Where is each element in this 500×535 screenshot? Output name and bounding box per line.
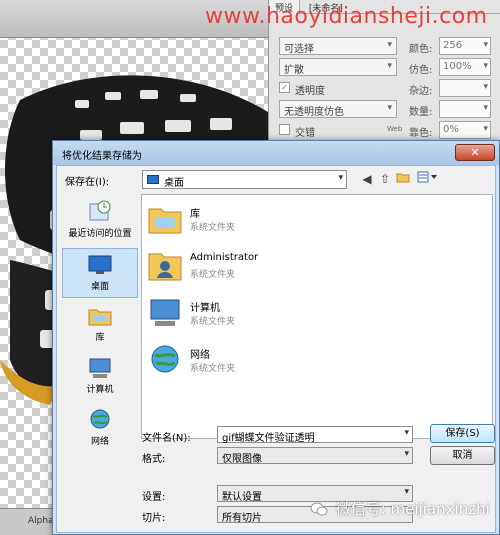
desktop-icon	[147, 175, 159, 184]
computer-icon	[89, 358, 111, 378]
format-label: 格式:	[142, 454, 166, 465]
close-button[interactable]: ✕	[455, 144, 495, 161]
dialog-title: 将优化结果存储为	[62, 151, 142, 162]
reduction-select[interactable]: 可选择	[279, 37, 397, 55]
wechat-watermark: 微信号: meijianxinzhi	[310, 498, 490, 519]
file-name: Administrator	[190, 252, 259, 263]
up-folder-icon[interactable]: ⇧	[377, 171, 393, 187]
user-folder-icon	[148, 253, 182, 281]
dither-select[interactable]: 扩散	[279, 58, 397, 76]
panel-row-transparency-dither: 无透明度仿色 数量:	[279, 100, 497, 120]
save-button[interactable]: 保存(S)	[430, 424, 495, 443]
file-name: 库	[190, 209, 200, 220]
format-value: 仅限图像	[222, 454, 262, 465]
save-in-value: 桌面	[164, 178, 184, 189]
file-type: 系统文件夹	[190, 223, 236, 233]
status-text: Alpha	[28, 516, 54, 526]
list-item[interactable]: 网络 系统文件夹	[147, 340, 367, 384]
amount-field[interactable]	[439, 100, 491, 118]
chevron-down-icon: ▾	[338, 173, 343, 183]
place-desktop[interactable]: 桌面	[62, 248, 138, 298]
filename-field[interactable]: gif蝴蝶文件验证透明 ▾	[217, 426, 413, 444]
library-icon	[88, 309, 112, 326]
save-in-select[interactable]: 桌面 ▾	[142, 170, 347, 189]
new-folder-icon[interactable]	[395, 171, 411, 187]
place-computer-label: 计算机	[86, 385, 114, 395]
filename-value: gif蝴蝶文件验证透明	[222, 433, 315, 444]
interlaced-checkbox[interactable]	[279, 124, 290, 135]
panel-row-transparency: ✓ 透明度 杂边:	[279, 79, 497, 99]
web-snap-amount-label: 靠色:	[409, 128, 433, 139]
colors-field[interactable]: 256	[439, 37, 491, 55]
settings-value: 默认设置	[222, 492, 262, 503]
chevron-down-icon: ▾	[404, 428, 409, 438]
file-type: 系统文件夹	[190, 364, 236, 374]
close-icon: ✕	[470, 146, 480, 159]
chevron-down-icon: ▾	[404, 487, 409, 497]
wechat-id: 微信号: meijianxinzhi	[335, 500, 490, 518]
list-item[interactable]: 库 系统文件夹	[147, 199, 367, 243]
site-watermark: www.haoyidiansheji.com	[205, 4, 488, 29]
panel-row-colors: 可选择 颜色: 256	[279, 37, 497, 57]
interlaced-label: 交错	[295, 128, 315, 139]
settings-label: 设置:	[142, 492, 166, 503]
place-desktop-label: 桌面	[90, 282, 109, 292]
filename-label: 文件名(N):	[142, 433, 191, 444]
save-optimized-dialog: 将优化结果存储为 ✕ 保存在(I): 桌面 ▾ ◀ ⇧ 最近访问的位置 桌面 库…	[52, 140, 500, 535]
amount-label: 数量:	[409, 107, 433, 118]
places-bar: 最近访问的位置 桌面 库 计算机 网络	[62, 196, 138, 447]
desktop-icon	[88, 255, 112, 274]
dither-label: 仿色:	[409, 65, 433, 76]
file-type: 系统文件夹	[190, 270, 236, 280]
panel-row-interlaced: 交错 Web 靠色: 0%	[279, 121, 497, 141]
save-in-label: 保存在(I):	[65, 177, 110, 188]
network-icon	[90, 409, 110, 429]
file-name: 计算机	[190, 303, 220, 314]
panel-row-dither: 扩散 仿色: 100%	[279, 58, 497, 78]
computer-icon	[150, 299, 180, 326]
dither-field[interactable]: 100%	[439, 58, 491, 76]
place-network[interactable]: 网络	[62, 404, 138, 454]
wechat-icon	[310, 502, 328, 516]
web-snap-label: Web	[387, 125, 403, 133]
place-libraries-label: 库	[95, 333, 105, 343]
list-item[interactable]: Administrator 系统文件夹	[147, 246, 367, 290]
back-icon[interactable]: ◀	[359, 171, 375, 187]
slices-value: 所有切片	[222, 513, 262, 524]
matte-label: 杂边:	[409, 86, 433, 97]
slices-label: 切片:	[142, 513, 166, 524]
recent-places-icon	[89, 200, 111, 221]
place-libraries[interactable]: 库	[62, 300, 138, 350]
file-type: 系统文件夹	[190, 317, 236, 327]
transparency-label: 透明度	[295, 86, 325, 97]
place-network-label: 网络	[90, 437, 109, 447]
library-folder-icon	[148, 208, 182, 234]
colors-label: 颜色:	[409, 44, 433, 55]
cancel-button[interactable]: 取消	[430, 446, 495, 465]
file-list[interactable]: 库 系统文件夹 Administrator 系统文件夹 计算机 系统文件夹 网络…	[141, 194, 493, 439]
network-icon	[151, 345, 179, 373]
matte-field[interactable]	[439, 79, 491, 97]
place-recent[interactable]: 最近访问的位置	[62, 196, 138, 246]
dialog-body: 保存在(I): 桌面 ▾ ◀ ⇧ 最近访问的位置 桌面 库 计算机 网络 库 系…	[56, 165, 496, 533]
web-snap-field[interactable]: 0%	[439, 121, 491, 139]
transparency-checkbox[interactable]: ✓	[279, 82, 290, 93]
place-recent-label: 最近访问的位置	[68, 229, 132, 239]
dialog-title-bar[interactable]: 将优化结果存储为 ✕	[53, 141, 499, 165]
transparency-dither-select[interactable]: 无透明度仿色	[279, 100, 397, 118]
list-item[interactable]: 计算机 系统文件夹	[147, 293, 367, 337]
view-menu-icon[interactable]	[415, 171, 439, 187]
file-name: 网络	[190, 350, 210, 361]
chevron-down-icon: ▾	[404, 449, 409, 459]
place-computer[interactable]: 计算机	[62, 352, 138, 402]
format-select[interactable]: 仅限图像 ▾	[217, 447, 413, 465]
